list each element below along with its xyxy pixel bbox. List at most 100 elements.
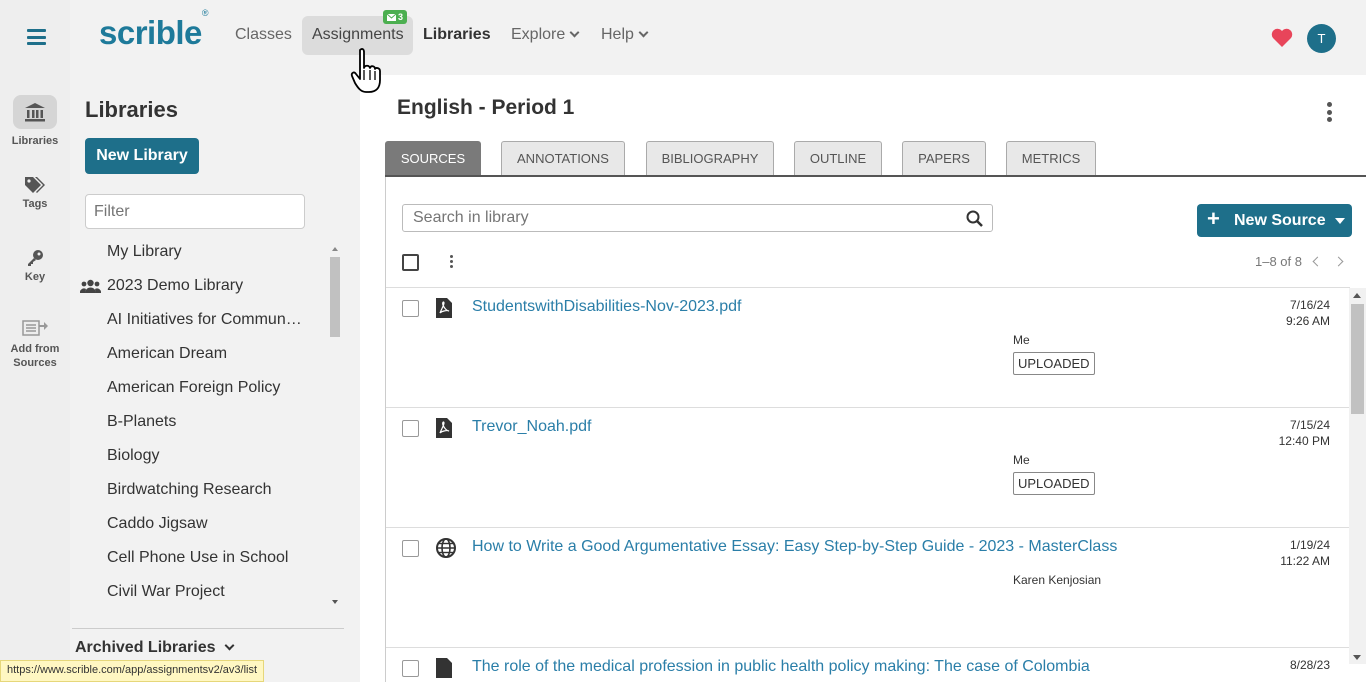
tab-metrics[interactable]: METRICS xyxy=(1006,141,1096,175)
library-item[interactable]: Caddo Jigsaw xyxy=(107,515,303,533)
source-row[interactable]: The role of the medical profession in pu… xyxy=(386,648,1350,682)
library-item[interactable]: American Foreign Policy xyxy=(107,379,303,397)
rail-label: Libraries xyxy=(11,135,59,147)
date: 7/15/24 xyxy=(1289,418,1330,432)
scroll-down-icon[interactable] xyxy=(1353,655,1361,660)
scrible-logo[interactable]: scrible® xyxy=(99,8,209,52)
hand-cursor-icon xyxy=(350,48,381,93)
sidebar-title: Libraries xyxy=(85,97,178,122)
group-icon xyxy=(80,279,101,293)
library-item[interactable]: 2023 Demo Library xyxy=(107,277,303,295)
library-item[interactable]: Biology xyxy=(107,447,303,465)
archived-libraries-toggle[interactable]: Archived Libraries xyxy=(75,639,234,657)
scroll-up-icon[interactable] xyxy=(1353,293,1361,298)
tags-icon xyxy=(25,177,45,193)
row-checkbox[interactable] xyxy=(402,420,419,437)
rail-item-add-from-sources[interactable]: Add from Sources xyxy=(0,318,70,370)
chevron-down-icon xyxy=(638,27,649,38)
time: 9:26 AM xyxy=(1285,314,1330,328)
plus-icon: + xyxy=(1207,206,1220,231)
filter-input[interactable] xyxy=(85,194,305,229)
scroll-thumb[interactable] xyxy=(330,257,340,337)
row-checkbox[interactable] xyxy=(402,660,419,677)
new-source-button[interactable]: + New Source xyxy=(1197,204,1352,237)
library-icon xyxy=(25,103,45,122)
time: 11:22 AM xyxy=(1280,554,1330,568)
tab-papers[interactable]: PAPERS xyxy=(902,141,986,175)
rail-item-libraries[interactable]: Libraries xyxy=(0,95,70,147)
source-row[interactable]: StudentswithDisabilities-Nov-2023.pdf 7/… xyxy=(386,288,1350,408)
rail-item-key[interactable]: Key xyxy=(0,249,70,283)
status-badge: UPLOADED xyxy=(1013,352,1095,375)
row-checkbox[interactable] xyxy=(402,300,419,317)
logo-text: scrible xyxy=(99,14,202,51)
nav-help-label: Help xyxy=(601,26,634,43)
globe-icon xyxy=(436,538,456,558)
sources-scrollbar[interactable] xyxy=(1349,288,1366,664)
new-library-button[interactable]: New Library xyxy=(85,138,199,174)
pagination-label: 1–8 of 8 xyxy=(1255,254,1302,269)
tab-annotations[interactable]: ANNOTATIONS xyxy=(501,141,625,175)
heart-icon[interactable] xyxy=(1271,28,1293,48)
library-item[interactable]: AI Initiatives for Communities xyxy=(107,311,303,329)
source-title[interactable]: Trevor_Noah.pdf xyxy=(472,418,591,436)
scroll-thumb[interactable] xyxy=(1351,304,1364,414)
library-search-input[interactable] xyxy=(402,204,993,232)
link-status-bar: https://www.scrible.com/app/assignmentsv… xyxy=(0,660,265,682)
menu-icon[interactable] xyxy=(27,29,46,45)
source-row[interactable]: How to Write a Good Argumentative Essay:… xyxy=(386,528,1350,648)
time: 12:40 PM xyxy=(1278,434,1330,448)
tab-sources[interactable]: SOURCES xyxy=(385,141,481,175)
source-title[interactable]: How to Write a Good Argumentative Essay:… xyxy=(472,538,1117,556)
key-icon xyxy=(28,250,43,266)
more-options-icon[interactable] xyxy=(1327,102,1332,125)
rail-label: Key xyxy=(24,271,46,283)
pdf-icon xyxy=(436,298,452,318)
source-title[interactable]: StudentswithDisabilities-Nov-2023.pdf xyxy=(472,298,741,316)
rail-item-tags[interactable]: Tags xyxy=(0,176,70,210)
library-item[interactable]: Civil War Project xyxy=(107,583,303,601)
source-owner: Me xyxy=(1013,453,1030,467)
page-title: English - Period 1 xyxy=(397,96,575,119)
source-title[interactable]: The role of the medical profession in pu… xyxy=(472,658,1090,676)
nav-classes[interactable]: Classes xyxy=(235,26,292,44)
nav-libraries[interactable]: Libraries xyxy=(423,26,491,44)
nav-help[interactable]: Help xyxy=(601,26,649,44)
bulk-actions-icon[interactable] xyxy=(450,255,453,270)
tab-outline[interactable]: OUTLINE xyxy=(794,141,882,175)
chevron-down-icon xyxy=(569,27,580,38)
date: 1/19/24 xyxy=(1289,538,1330,552)
envelope-icon xyxy=(387,13,396,21)
next-page-icon[interactable] xyxy=(1333,256,1344,267)
library-item[interactable]: Birdwatching Research xyxy=(107,481,303,499)
source-row[interactable]: Trevor_Noah.pdf 7/15/24 12:40 PM Me UPLOA… xyxy=(386,408,1350,528)
new-source-label: New Source xyxy=(1234,212,1326,229)
library-item[interactable]: My Library xyxy=(107,243,303,261)
library-item[interactable]: B-Planets xyxy=(107,413,303,431)
search-icon[interactable] xyxy=(966,210,983,227)
libraries-sidebar: Libraries New Library My Library 2023 De… xyxy=(70,75,360,682)
nav-assignments-label: Assignments xyxy=(312,26,404,43)
scroll-up-icon[interactable] xyxy=(332,247,338,251)
date: 7/16/24 xyxy=(1289,298,1330,312)
assignments-badge: 3 xyxy=(383,10,408,24)
library-item[interactable]: Cell Phone Use in School xyxy=(107,549,303,567)
source-date: 1/19/24 11:22 AM xyxy=(1280,537,1330,569)
scroll-down-icon[interactable] xyxy=(332,600,338,604)
rail-label: Add from Sources xyxy=(10,343,60,369)
select-all-checkbox[interactable] xyxy=(402,254,419,271)
nav-explore[interactable]: Explore xyxy=(511,26,580,44)
logo-mark: ® xyxy=(201,8,209,18)
tab-bibliography[interactable]: BIBLIOGRAPHY xyxy=(646,141,774,175)
source-date: 7/15/24 12:40 PM xyxy=(1279,417,1330,449)
library-item[interactable]: American Dream xyxy=(107,345,303,363)
pdf-icon xyxy=(436,418,452,438)
library-list-scrollbar[interactable] xyxy=(328,242,342,607)
row-checkbox[interactable] xyxy=(402,540,419,557)
avatar[interactable]: T xyxy=(1307,24,1336,53)
add-from-sources-icon xyxy=(22,320,48,336)
source-owner: Karen Kenjosian xyxy=(1013,573,1102,587)
badge-count: 3 xyxy=(398,12,404,22)
prev-page-icon[interactable] xyxy=(1312,256,1323,267)
nav-explore-label: Explore xyxy=(511,26,566,43)
